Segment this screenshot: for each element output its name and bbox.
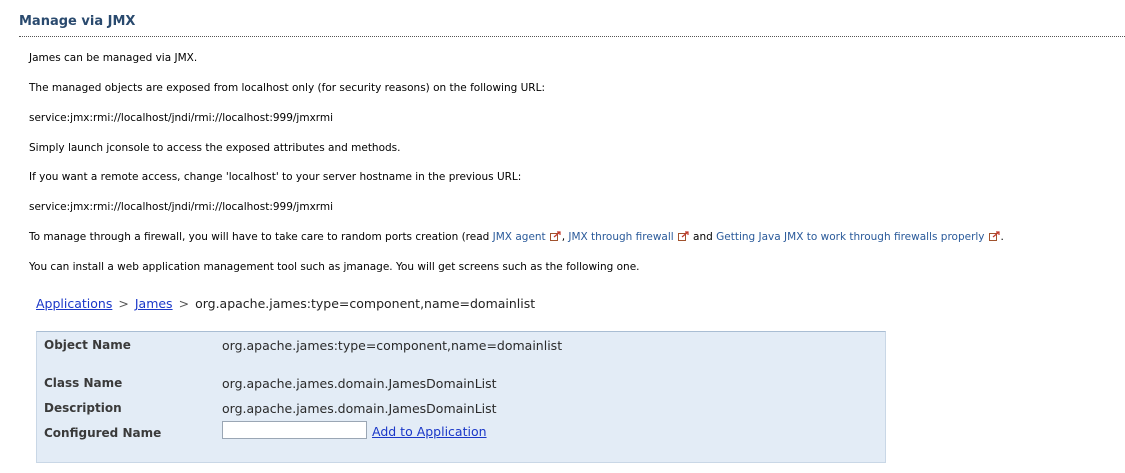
class-name-value: org.apache.james.domain.JamesDomainList — [222, 376, 497, 391]
title-divider — [19, 36, 1125, 37]
link-java-jmx-firewalls[interactable]: Getting Java JMX to work through firewal… — [716, 231, 984, 243]
paragraph-firewall: To manage through a firewall, you will h… — [29, 231, 1004, 243]
class-name-label: Class Name — [44, 376, 123, 390]
breadcrumb-applications[interactable]: Applications — [36, 296, 112, 311]
firewall-text-prefix: To manage through a firewall, you will h… — [29, 231, 493, 243]
breadcrumb-james[interactable]: James — [135, 296, 173, 311]
firewall-text-sep2: and — [689, 231, 717, 243]
mbean-details-panel: Object Name org.apache.james:type=compon… — [36, 331, 886, 463]
external-link-icon — [549, 231, 561, 241]
breadcrumb: Applications > James > org.apache.james:type… — [36, 296, 535, 311]
paragraph-remote-access: If you want a remote access, change 'loc… — [29, 171, 522, 183]
configured-name-input[interactable] — [222, 421, 367, 439]
link-jmx-agent[interactable]: JMX agent — [493, 231, 546, 243]
row-object-name: Object Name org.apache.james:type=compon… — [37, 338, 885, 358]
breadcrumb-separator: > — [118, 296, 129, 311]
object-name-label: Object Name — [44, 338, 131, 352]
object-name-value: org.apache.james:type=component,name=dom… — [222, 338, 563, 353]
row-description: Description org.apache.james.domain.Jame… — [37, 401, 885, 421]
description-value: org.apache.james.domain.JamesDomainList — [222, 401, 497, 416]
paragraph-url-remote: service:jmx:rmi://localhost/jndi/rmi://l… — [29, 201, 334, 213]
configured-name-label: Configured Name — [44, 426, 162, 440]
paragraph-jconsole: Simply launch jconsole to access the exp… — [29, 142, 401, 154]
paragraph-url-local: service:jmx:rmi://localhost/jndi/rmi://l… — [29, 112, 334, 124]
breadcrumb-current: org.apache.james:type=component,name=dom… — [195, 296, 536, 311]
paragraph-exposure: The managed objects are exposed from loc… — [29, 82, 545, 94]
section-title: Manage via JMX — [19, 14, 136, 29]
add-to-application-link[interactable]: Add to Application — [372, 424, 487, 439]
paragraph-jmanage: You can install a web application manage… — [29, 261, 640, 273]
external-link-icon — [988, 231, 1000, 241]
link-jmx-through-firewall[interactable]: JMX through firewall — [568, 231, 673, 243]
firewall-text-suffix: . — [1000, 231, 1004, 243]
external-link-icon — [677, 231, 689, 241]
row-configured-name: Configured Name Add to Application — [37, 421, 885, 446]
breadcrumb-separator: > — [178, 296, 190, 311]
row-class-name: Class Name org.apache.james.domain.James… — [37, 376, 885, 396]
description-label: Description — [44, 401, 122, 415]
paragraph-intro: James can be managed via JMX. — [29, 52, 198, 64]
